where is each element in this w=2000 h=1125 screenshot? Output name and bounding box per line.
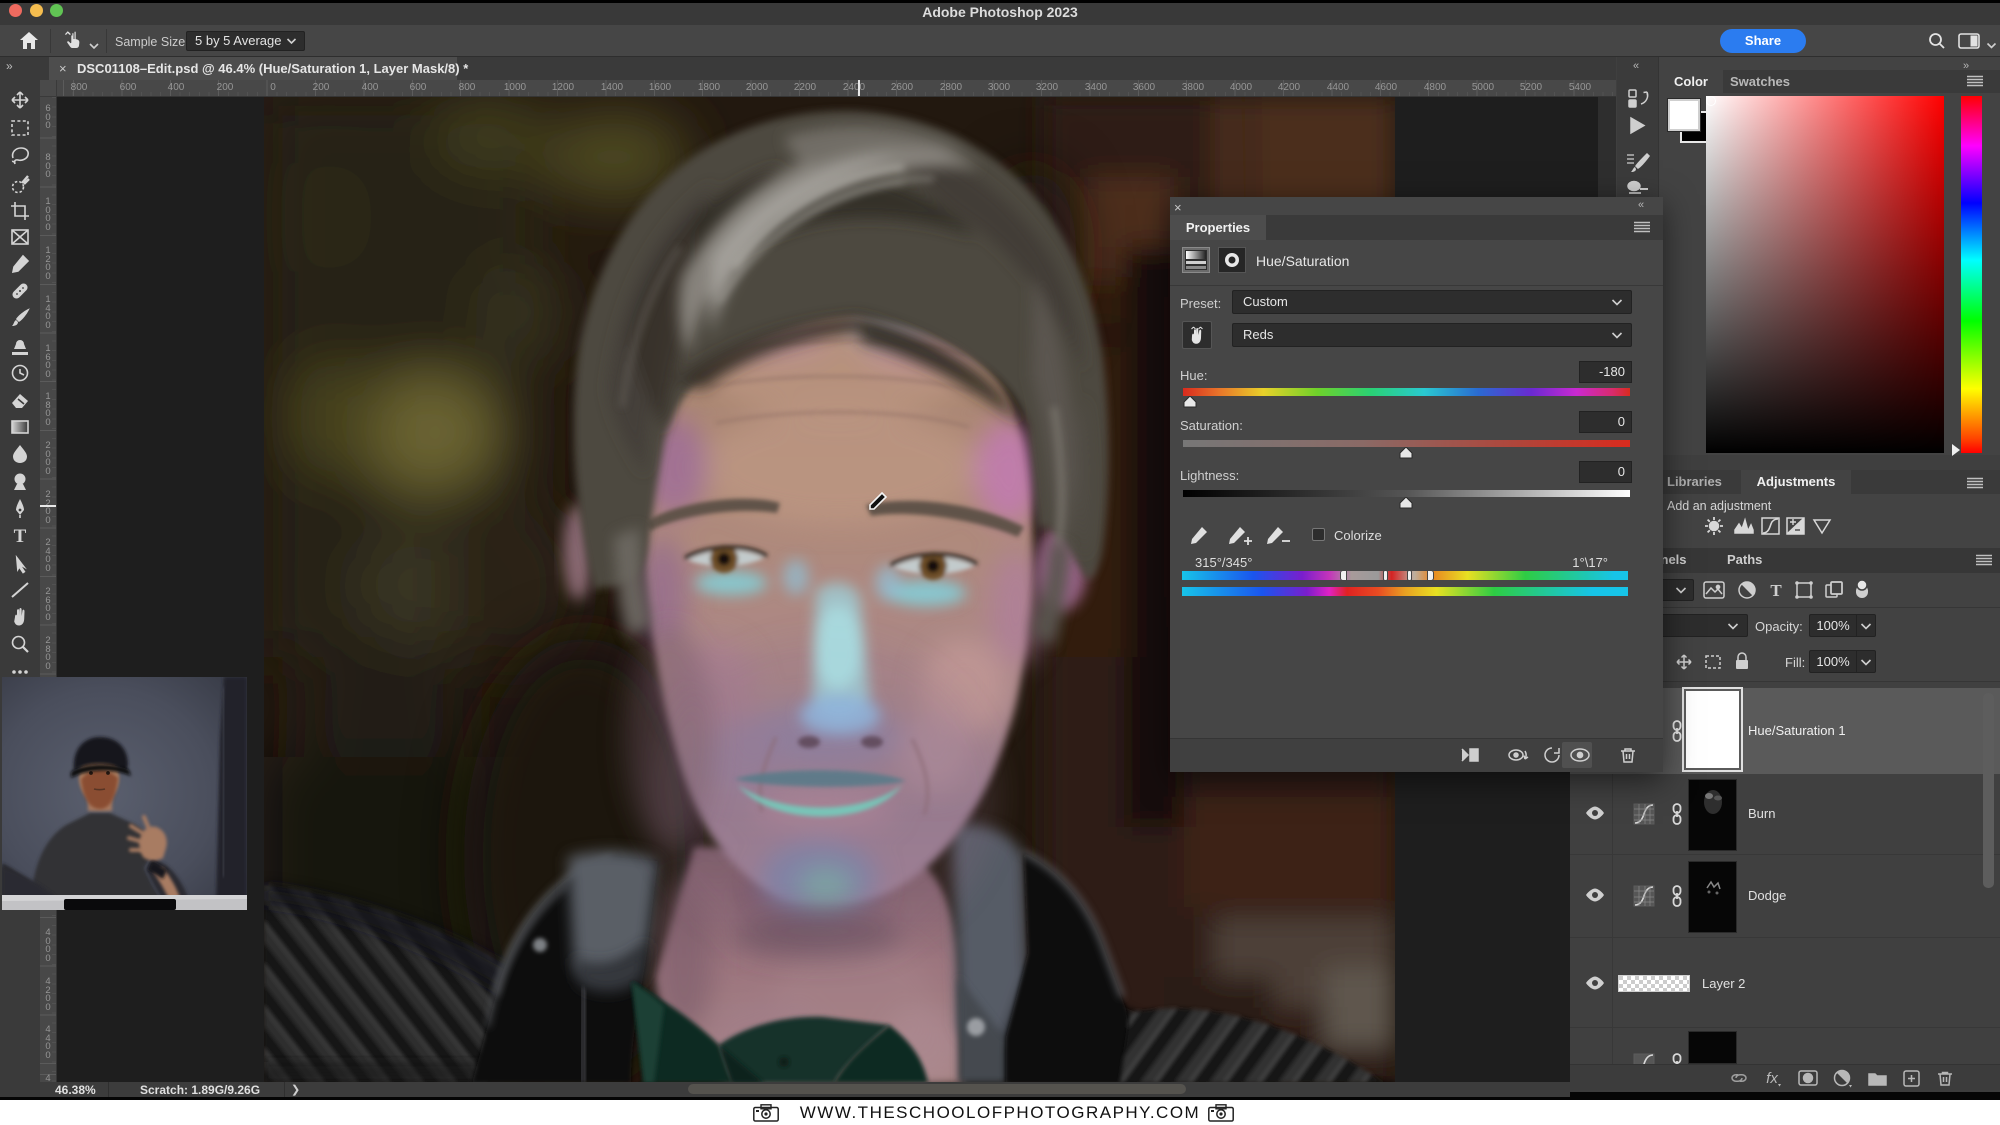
svg-text:T: T	[1770, 581, 1782, 600]
svg-text:T: T	[14, 526, 27, 547]
svg-text:fx: fx	[1766, 1070, 1778, 1087]
